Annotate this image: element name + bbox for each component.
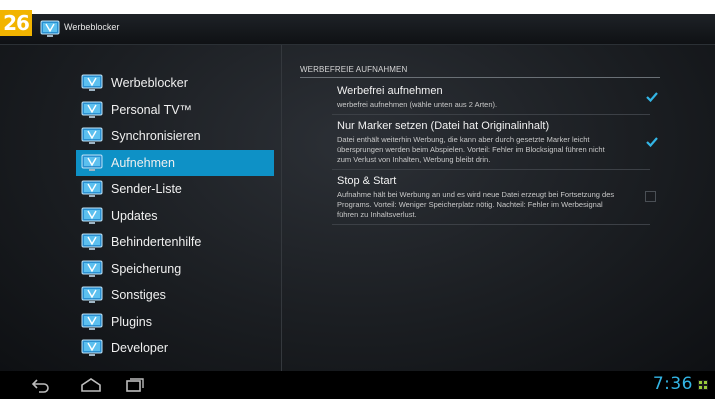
sidebar-item-developer[interactable]: Developer	[76, 335, 274, 362]
tv-icon	[81, 180, 103, 198]
sidebar-item-synchronisieren[interactable]: Synchronisieren	[76, 123, 274, 150]
home-icon[interactable]	[80, 377, 102, 393]
sidebar-item-label: Werbeblocker	[111, 76, 188, 91]
notification-icon[interactable]	[698, 380, 708, 390]
tv-icon	[81, 127, 103, 145]
preference-title: Nur Marker setzen (Datei hat Originalinh…	[337, 120, 550, 132]
preference-title: Werbefrei aufnehmen	[337, 85, 443, 97]
sidebar-item-updates[interactable]: Updates	[76, 203, 274, 230]
sidebar-item-speicherung[interactable]: Speicherung	[76, 256, 274, 283]
sidebar-item-plugins[interactable]: Plugins	[76, 309, 274, 336]
preference-checkbox[interactable]	[645, 136, 658, 148]
sidebar-item-label: Sonstiges	[111, 288, 166, 303]
tv-icon	[81, 313, 103, 330]
preference-item[interactable]: Nur Marker setzen (Datei hat Originalinh…	[300, 119, 660, 170]
tv-icon	[81, 207, 103, 224]
tv-app-icon[interactable]	[40, 20, 60, 38]
status-clock: 7:36	[652, 374, 693, 394]
preference-item[interactable]: Werbefrei aufnehmen werbefrei aufnehmen (…	[300, 84, 660, 115]
sidebar-item-label: Personal TV™	[111, 102, 193, 117]
sidebar-item-sender-liste[interactable]: Sender-Liste	[76, 176, 274, 203]
preference-title: Stop & Start	[337, 175, 397, 187]
sidebar-item-label: Sender-Liste	[111, 182, 182, 197]
system-nav-bar: 7:36	[0, 371, 715, 399]
back-icon[interactable]	[30, 377, 52, 393]
recent-apps-icon[interactable]	[124, 377, 146, 393]
sidebar-item-label: Speicherung	[111, 261, 182, 276]
sidebar-item-personal-tv[interactable]: Personal TV™	[76, 97, 274, 124]
preference-divider	[332, 114, 650, 115]
sidebar-item-label: Plugins	[111, 314, 152, 329]
tv-icon	[81, 101, 103, 118]
app-title: Werbeblocker	[64, 22, 120, 32]
preference-summary: werbefrei aufnehmen (wähle unten aus 2 A…	[337, 100, 498, 109]
preference-summary: Datei enthält weiterhin Werbung, die kan…	[337, 135, 605, 164]
action-bar: Werbeblocker	[0, 14, 715, 45]
checkmark-icon	[646, 92, 658, 103]
settings-header-list: Werbeblocker Personal TV™ Synchronisieren A…	[76, 70, 274, 362]
sidebar-item-label: Synchronisieren	[111, 129, 201, 144]
preference-divider	[332, 169, 650, 170]
tv-icon	[81, 286, 103, 304]
sidebar-item-sonstiges[interactable]: Sonstiges	[76, 282, 274, 309]
tv-icon	[81, 339, 103, 357]
sidebar-item-werbeblocker[interactable]: Werbeblocker	[76, 70, 274, 97]
step-number-badge: 26	[0, 10, 32, 36]
tv-icon	[81, 260, 103, 277]
sidebar-item-aufnehmen[interactable]: Aufnehmen	[76, 149, 274, 176]
checkmark-icon	[646, 137, 658, 148]
tv-icon	[81, 74, 103, 92]
settings-content: Werbeblocker Personal TV™ Synchronisieren A…	[0, 45, 715, 371]
sidebar-item-label: Behindertenhilfe	[111, 235, 202, 250]
preference-checkbox[interactable]	[645, 91, 658, 103]
preference-category: WERBEFREIE AUFNAHMEN	[300, 65, 660, 78]
screen: 26 Werbeblocker Werbeblocker Personal TV™…	[0, 0, 715, 399]
preference-item[interactable]: Stop & Start Aufnahme hält bei Werbung an…	[300, 174, 660, 225]
tv-icon	[81, 154, 103, 171]
sidebar-item-label: Developer	[111, 341, 168, 356]
sidebar-item-label: Updates	[111, 208, 158, 223]
preference-list: Werbefrei aufnehmen werbefrei aufnehmen (…	[300, 84, 660, 225]
sidebar-item-behindertenhilfe[interactable]: Behindertenhilfe	[76, 229, 274, 256]
sidebar-item-label: Aufnehmen	[111, 155, 175, 170]
preference-divider	[332, 224, 650, 225]
tv-icon	[81, 233, 103, 251]
preference-panel: WERBEFREIE AUFNAHMEN Werbefrei aufnehmen…	[300, 65, 660, 229]
preference-checkbox[interactable]	[645, 191, 656, 202]
preference-summary: Aufnahme hält bei Werbung an und es wird…	[337, 190, 615, 219]
tablet-screen: Werbeblocker Werbeblocker Personal TV™ Syn…	[0, 14, 715, 399]
panel-divider	[281, 45, 282, 371]
